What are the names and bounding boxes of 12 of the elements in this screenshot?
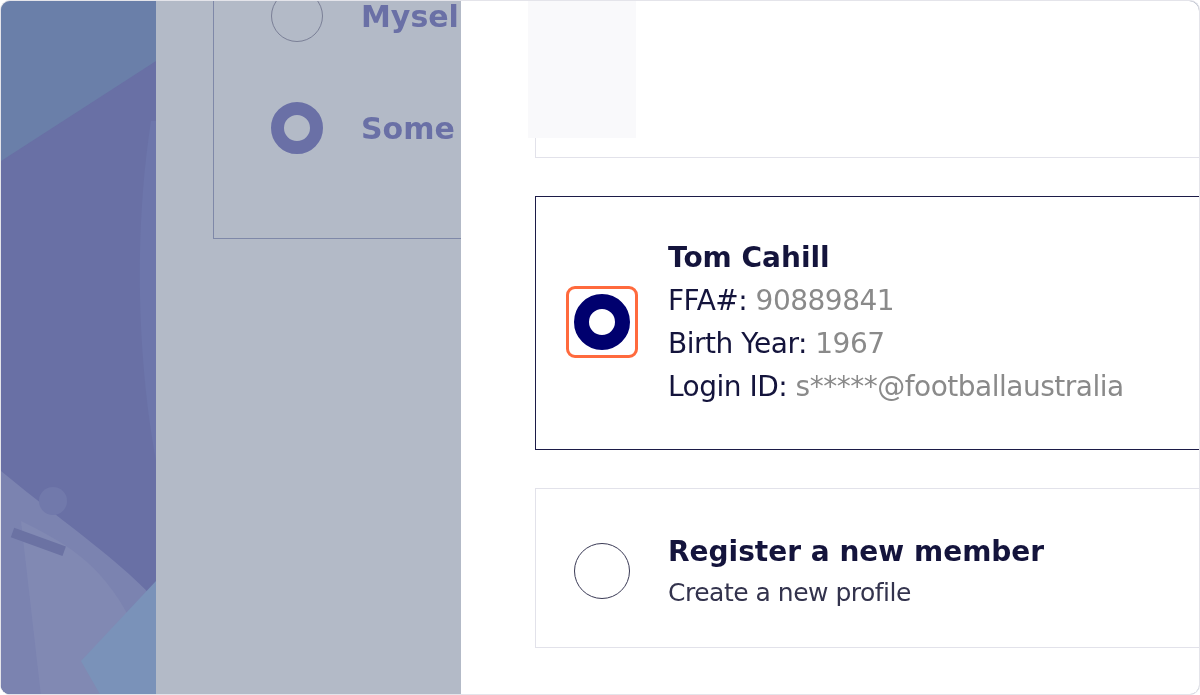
option-label: Mysel [361, 1, 459, 34]
member-detail: Birth Year: 1967 [668, 327, 886, 360]
option-title: Register a new member [668, 535, 1045, 568]
radio-button[interactable] [271, 102, 323, 154]
option-card[interactable]: Register a new member Create a new profile [535, 488, 1199, 648]
option-subtitle: Create a new profile [668, 578, 912, 607]
member-detail: Login ID: s*****@footballaustralia [668, 370, 1124, 403]
radio-button[interactable] [574, 294, 630, 350]
option-card[interactable]: Tom Cahill FFA#: 90889841 Birth Year: 1967 Login ID: s*****@footballaustralia [535, 196, 1199, 450]
member-name: Tom Cahill [668, 241, 831, 274]
member-detail: FFA#: 90889841 [668, 284, 896, 317]
option-label: Some [361, 110, 455, 146]
